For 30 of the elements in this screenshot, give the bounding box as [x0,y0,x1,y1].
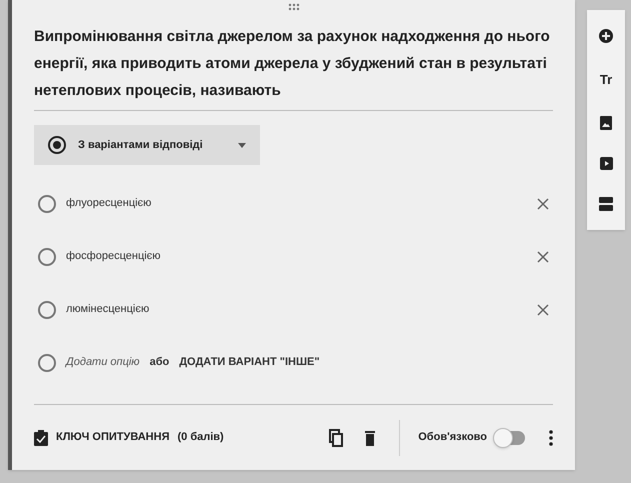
separator-text: або [150,355,170,370]
add-option-text[interactable]: Додати опцію [66,354,140,371]
trash-icon[interactable] [365,430,376,446]
add-other-link[interactable]: ДОДАТИ ВАРІАНТ "ІНШЕ" [179,354,320,371]
copy-icon[interactable] [329,428,344,446]
option-label[interactable]: фосфоресценцією [66,248,527,265]
close-icon[interactable] [537,198,549,210]
more-options-icon[interactable] [549,430,553,446]
points-text: (0 балів) [177,430,224,446]
close-icon[interactable] [537,304,549,316]
add-icon[interactable] [599,29,613,44]
radio-button[interactable] [38,354,56,372]
image-icon[interactable] [600,116,612,130]
required-label: Обов'язково [418,430,487,446]
question-type-dropdown[interactable]: З варіантами відповіді [34,125,260,165]
option-label[interactable]: люмінесценцією [66,301,527,318]
close-icon[interactable] [537,250,549,262]
radio-button[interactable] [38,300,56,318]
add-title-button[interactable]: Tr [600,70,612,90]
section-icon[interactable] [599,196,613,211]
option-label[interactable]: флуоресценцією [66,195,527,212]
radio-button[interactable] [38,248,56,266]
video-icon[interactable] [600,156,612,170]
clipboard-check-icon[interactable] [34,430,48,446]
answer-key-link[interactable]: КЛЮЧ ОПИТУВАННЯ [56,429,170,446]
caret-icon [238,142,246,148]
question-title[interactable]: Випромінювання світла джерелом за рахунок надходження до нього енергії, яка приводить атоми джерела у збуджений стан в результаті нетеплових процесів, називають [34,23,553,111]
radio-button[interactable] [38,194,56,212]
radio-button[interactable] [48,136,66,154]
drag-handle-icon[interactable] [288,3,300,11]
